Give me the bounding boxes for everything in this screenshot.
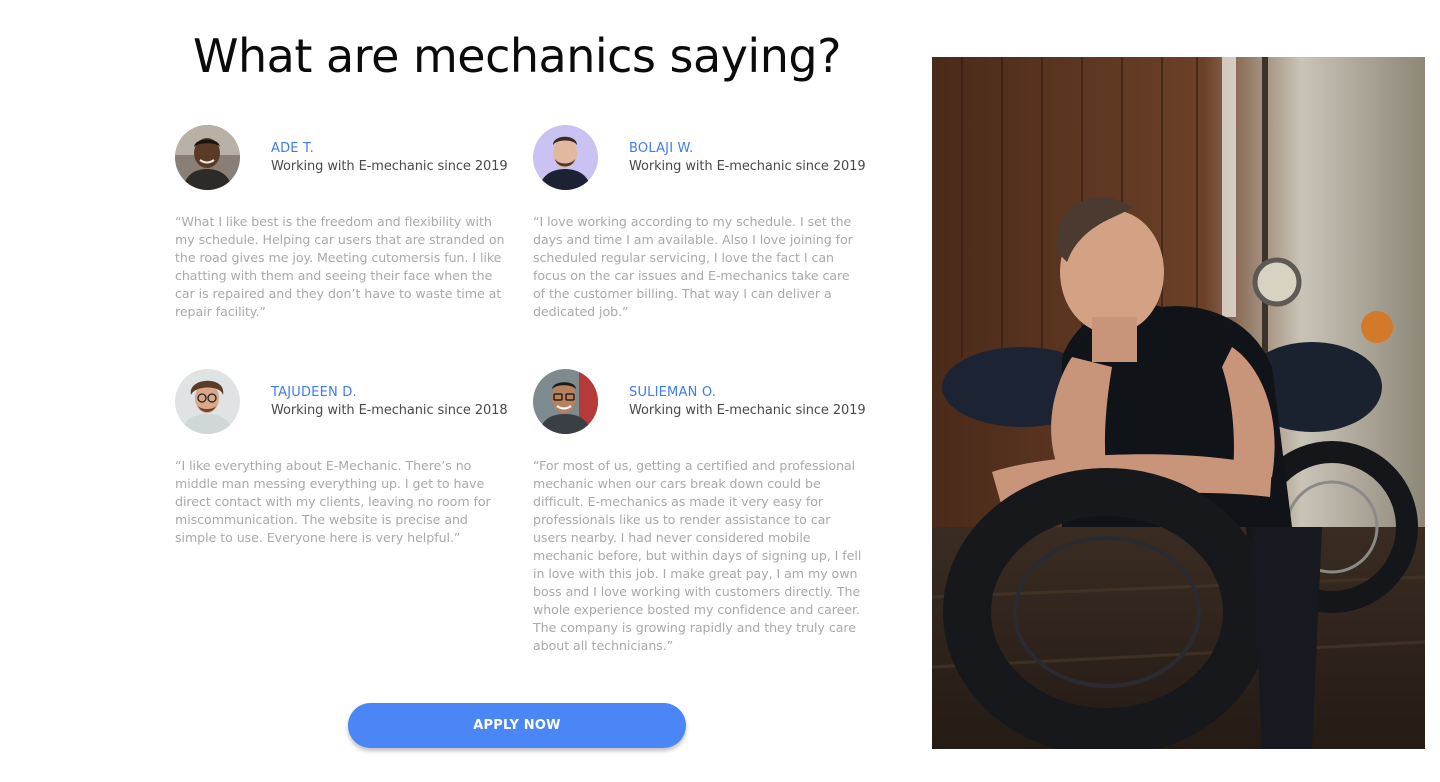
testimonial-quote: “I love working according to my schedule… (533, 214, 853, 319)
testimonial-since: Working with E-mechanic since 2019 (629, 159, 866, 174)
testimonial-name: TAJUDEEN D. (271, 385, 357, 400)
testimonial-name: SULIEMAN O. (629, 385, 717, 400)
testimonial-name: BOLAJI W. (629, 141, 694, 156)
testimonial-since: Working with E-mechanic since 2019 (271, 159, 508, 174)
mechanic-photo (932, 57, 1425, 749)
testimonial-name: ADE T. (271, 141, 314, 156)
testimonial-since: Working with E-mechanic since 2019 (629, 403, 866, 418)
testimonial-quote: “For most of us, getting a certified and… (533, 458, 862, 653)
section-title: What are mechanics saying? (193, 29, 841, 83)
testimonial-card: TAJUDEEN D. Working with E-mechanic sinc… (175, 369, 508, 545)
testimonial-card: ADE T. Working with E-mechanic since 201… (175, 125, 508, 319)
testimonial-quote: “What I like best is the freedom and fle… (175, 214, 505, 319)
testimonial-card: BOLAJI W. Working with E-mechanic since … (533, 125, 866, 319)
avatar (175, 125, 240, 190)
testimonial-quote: “I like everything about E-Mechanic. The… (175, 458, 491, 545)
testimonial-card: SULIEMAN O. Working with E-mechanic sinc… (533, 369, 866, 653)
testimonial-since: Working with E-mechanic since 2018 (271, 403, 508, 418)
avatar (533, 369, 598, 434)
apply-now-button[interactable]: APPLY NOW (348, 703, 686, 748)
avatar (175, 369, 240, 434)
avatar (533, 125, 598, 190)
